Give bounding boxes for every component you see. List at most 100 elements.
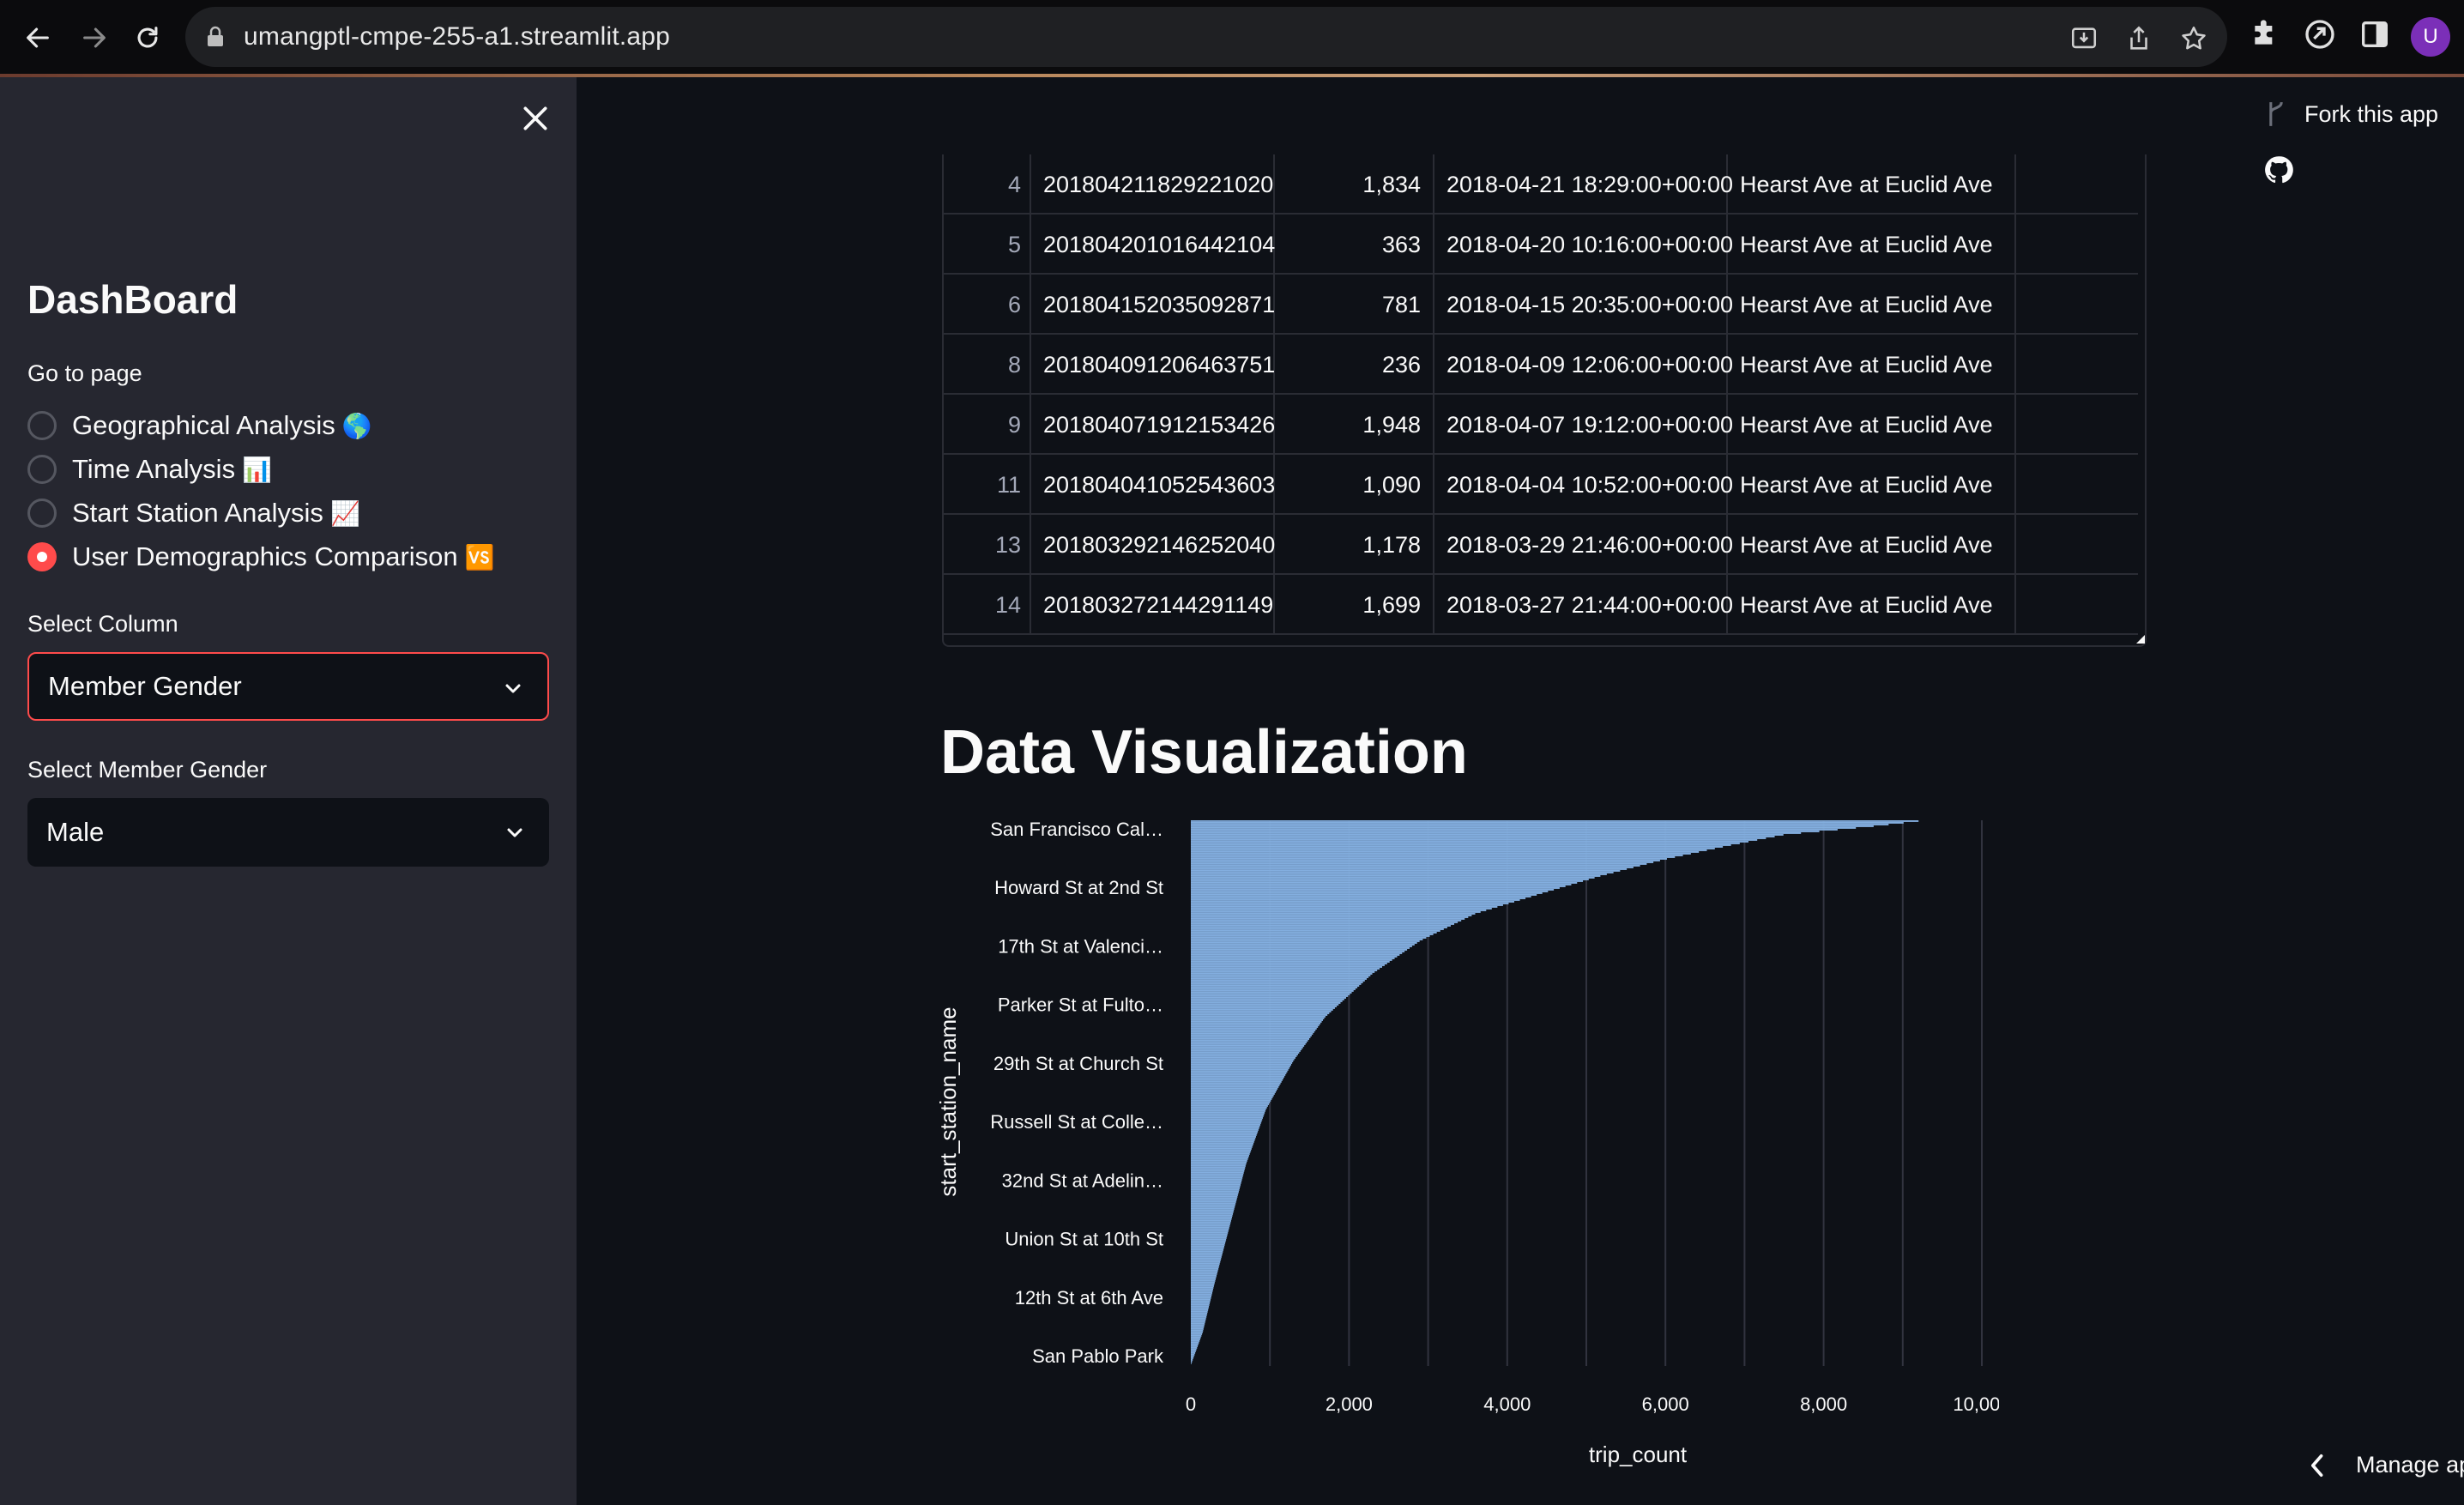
bar xyxy=(1191,1138,1256,1139)
radio-option-start-station[interactable]: Start Station Analysis 📈 xyxy=(27,494,360,532)
bar xyxy=(1191,1121,1262,1122)
close-sidebar-icon[interactable] xyxy=(518,101,553,136)
radio-button[interactable] xyxy=(27,499,57,528)
radio-button[interactable] xyxy=(27,411,57,440)
radio-button-selected[interactable] xyxy=(27,542,57,571)
bar xyxy=(1191,1301,1211,1303)
bar xyxy=(1191,1205,1235,1206)
table-cell-idx: 4 xyxy=(1007,172,1021,197)
profile-avatar[interactable]: U xyxy=(2411,17,2450,57)
data-table[interactable]: 4 201804211829221020 1,834 2018-04-21 18:29… xyxy=(942,154,2147,647)
bar xyxy=(1191,1093,1275,1095)
bar xyxy=(1191,1062,1293,1064)
bar xyxy=(1191,1201,1236,1203)
github-icon[interactable] xyxy=(2263,154,2294,190)
bar xyxy=(1191,1249,1223,1251)
table-cell-station: Hearst Ave at Euclid Ave xyxy=(1740,592,1993,618)
bar xyxy=(1191,1042,1307,1043)
table-row[interactable]: 9 201804071912153426 1,948 2018-04-07 19:12… xyxy=(944,395,2138,455)
radio-option-time[interactable]: Time Analysis 📊 xyxy=(27,450,272,488)
bar xyxy=(1191,1217,1232,1218)
radio-button[interactable] xyxy=(27,455,57,484)
bar xyxy=(1191,892,1543,894)
manage-app-button[interactable]: Manage app xyxy=(2308,1452,2464,1478)
bar xyxy=(1191,1191,1239,1193)
table-cell-bike-id: 201804041052543603 xyxy=(1043,472,1276,498)
bar xyxy=(1191,868,1628,870)
bar xyxy=(1191,997,1346,999)
bar xyxy=(1191,1069,1289,1071)
fork-app-button[interactable]: Fork this app xyxy=(2265,100,2438,129)
bar xyxy=(1191,1208,1235,1210)
bar xyxy=(1191,1236,1228,1237)
bar xyxy=(1191,1109,1266,1110)
bar xyxy=(1191,1306,1210,1308)
bar xyxy=(1191,1095,1274,1097)
bar xyxy=(1191,1315,1207,1316)
bar xyxy=(1191,1170,1245,1172)
table-row[interactable]: 4 201804211829221020 1,834 2018-04-21 18:29… xyxy=(944,154,2138,215)
table-row[interactable]: 5 201804201016442104 363 2018-04-20 10:16:0… xyxy=(944,215,2138,275)
table-cell-duration: 1,090 xyxy=(1362,472,1421,498)
bar xyxy=(1191,873,1607,875)
table-cell-bike-id: 201804201016442104 xyxy=(1043,232,1276,257)
y-tick-label: Russell St at Colle… xyxy=(990,1111,1163,1133)
share-icon[interactable] xyxy=(2124,24,2153,53)
bar xyxy=(1191,944,1415,946)
table-resize-handle[interactable] xyxy=(2136,635,2145,644)
bookmark-star-icon[interactable] xyxy=(2179,24,2208,53)
bar xyxy=(1191,885,1566,887)
radio-label: Geographical Analysis xyxy=(72,410,335,440)
bar xyxy=(1191,851,1700,853)
bar xyxy=(1191,839,1758,841)
radio-option-geographical[interactable]: Geographical Analysis 🌎 xyxy=(27,407,372,444)
bar xyxy=(1191,942,1417,944)
bar xyxy=(1191,1225,1230,1227)
bar xyxy=(1191,992,1352,994)
bar xyxy=(1191,1218,1232,1220)
address-bar[interactable]: umangptl-cmpe-255-a1.streamlit.app xyxy=(185,7,2227,67)
bar xyxy=(1191,848,1715,849)
bar xyxy=(1191,958,1395,959)
select-column-dropdown[interactable]: Member Gender xyxy=(27,652,549,721)
bar xyxy=(1191,1263,1220,1265)
bar xyxy=(1191,860,1660,861)
bar xyxy=(1191,877,1595,879)
table-cell-time: 2018-04-21 18:29:00+00:00 xyxy=(1446,172,1734,197)
bar xyxy=(1191,825,1874,827)
bar xyxy=(1191,1059,1295,1061)
x-tick-label: 2,000 xyxy=(1326,1393,1373,1415)
extension-swirl-icon[interactable] xyxy=(2303,17,2337,51)
bar xyxy=(1191,1004,1339,1006)
bar xyxy=(1191,939,1423,940)
forward-icon[interactable] xyxy=(75,19,113,57)
bar xyxy=(1191,1297,1211,1299)
install-app-icon[interactable] xyxy=(2069,24,2099,53)
reload-icon[interactable] xyxy=(129,19,166,57)
table-row[interactable]: 8 201804091206463751 236 2018-04-09 12:06:0… xyxy=(944,335,2138,395)
radio-label: Time Analysis xyxy=(72,454,236,484)
table-cell-idx: 5 xyxy=(1007,232,1021,257)
bar xyxy=(1191,1054,1298,1055)
table-row[interactable]: 6 201804152035092871 781 2018-04-15 20:35:0… xyxy=(944,275,2138,335)
bar xyxy=(1191,1272,1218,1273)
table-cell-bike-id: 201803272144291149 xyxy=(1043,592,1274,618)
bar xyxy=(1191,1127,1259,1129)
table-cell-time: 2018-04-15 20:35:00+00:00 xyxy=(1446,292,1734,317)
extensions-icon[interactable] xyxy=(2248,17,2282,51)
bar xyxy=(1191,1328,1204,1330)
radio-option-demographics[interactable]: User Demographics Comparison 🆚 xyxy=(27,538,495,576)
bar xyxy=(1191,1155,1249,1157)
table-row[interactable]: 13 201803292146252040 1,178 2018-03-29 21:4… xyxy=(944,515,2138,575)
side-panel-icon[interactable] xyxy=(2358,17,2392,51)
bar xyxy=(1191,1026,1319,1028)
bar xyxy=(1191,911,1481,913)
select-gender-dropdown[interactable]: Male xyxy=(27,798,549,867)
bar xyxy=(1191,1019,1324,1021)
bar xyxy=(1191,1018,1325,1019)
back-icon[interactable] xyxy=(19,19,57,57)
table-row[interactable]: 14 201803272144291149 1,699 2018-03-27 21:4… xyxy=(944,575,2138,635)
table-row[interactable]: 11 201804041052543603 1,090 2018-04-04 10:5… xyxy=(944,455,2138,515)
bar xyxy=(1191,1066,1290,1067)
bar xyxy=(1191,896,1531,898)
